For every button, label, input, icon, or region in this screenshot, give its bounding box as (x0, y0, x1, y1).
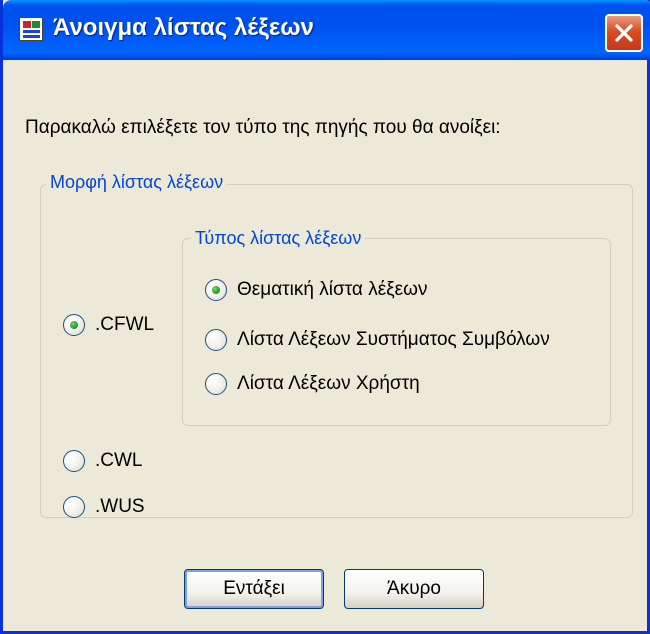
title-bar[interactable]: Άνοιγμα λίστας λέξεων (3, 0, 650, 60)
window-title: Άνοιγμα λίστας λέξεων (53, 14, 314, 41)
radio-label: .CFWL (95, 314, 155, 335)
radio-circle (205, 373, 227, 395)
radio-label: Λίστα Λέξεων Συστήματος Συμβόλων (237, 329, 550, 350)
app-icon (19, 17, 43, 41)
radio-label: .CWL (95, 450, 143, 471)
radio-label: .WUS (95, 496, 145, 517)
prompt-text: Παρακαλώ επιλέξετε τον τύπο της πηγής πο… (25, 117, 501, 138)
cancel-button[interactable]: Άκυρο (344, 569, 484, 609)
radio-circle (205, 329, 227, 351)
radio-circle (63, 496, 85, 518)
radio-selected-dot (70, 321, 78, 329)
dialog-window: Άνοιγμα λίστας λέξεων Παρακαλώ επιλέξετε… (0, 0, 650, 634)
radio-label: Λίστα Λέξεων Χρήστη (237, 373, 420, 394)
close-icon (615, 24, 633, 42)
radio-circle (205, 279, 227, 301)
radio-selected-dot (212, 286, 220, 294)
radio-label: Θεματική λίστα λέξεων (237, 279, 428, 300)
type-group-legend: Τύπος λίστας λέξεων (191, 228, 366, 249)
close-button[interactable] (605, 14, 643, 52)
radio-circle (63, 314, 85, 336)
ok-button[interactable]: Εντάξει (184, 569, 324, 609)
format-group-legend: Μορφή λίστας λέξεων (46, 172, 228, 193)
radio-circle (63, 450, 85, 472)
